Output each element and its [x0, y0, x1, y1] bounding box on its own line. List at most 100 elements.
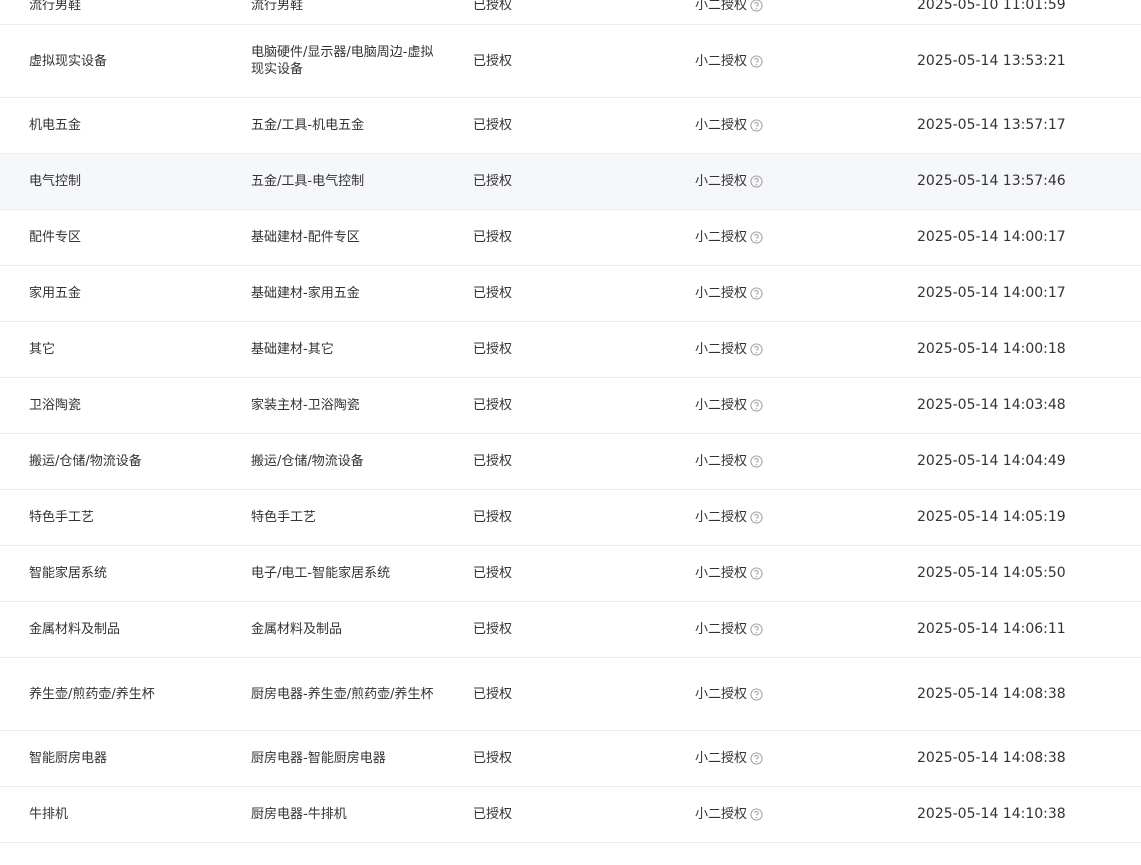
authorization-table: 流行男鞋 流行男鞋 已授权 小二授权 2025-05-10 11:01:59 虚…	[0, 0, 1141, 843]
table-row: 流行男鞋 流行男鞋 已授权 小二授权 2025-05-10 11:01:59	[0, 0, 1141, 25]
status-cell: 已授权	[473, 118, 513, 133]
table-row: 配件专区 基础建材-配件专区 已授权 小二授权 2025-05-14 14:00…	[0, 210, 1141, 266]
status-cell: 已授权	[473, 53, 513, 69]
category-path-cell: 厨房电器-牛排机	[251, 807, 347, 822]
auth-type-cell: 小二授权	[695, 342, 748, 357]
status-cell: 已授权	[473, 807, 513, 822]
category-cell: 流行男鞋	[29, 0, 82, 13]
table-row: 虚拟现实设备 电脑硬件/显示器/电脑周边-虚拟现实设备 已授权 小二授权 202…	[0, 25, 1141, 98]
status-cell: 已授权	[473, 622, 513, 637]
question-circle-icon[interactable]	[750, 287, 763, 300]
auth-time-cell: 2025-05-14 14:08:38	[917, 685, 1066, 702]
question-circle-icon[interactable]	[750, 175, 763, 188]
category-cell: 其它	[29, 342, 56, 357]
category-cell: 智能厨房电器	[29, 751, 108, 766]
table-row: 电气控制 五金/工具-电气控制 已授权 小二授权 2025-05-14 13:5…	[0, 154, 1141, 210]
category-path-cell: 基础建材-配件专区	[251, 230, 360, 245]
auth-type-cell: 小二授权	[695, 622, 748, 637]
auth-type-cell: 小二授权	[695, 53, 748, 69]
status-cell: 已授权	[473, 510, 513, 525]
category-path-cell: 基础建材-其它	[251, 342, 334, 357]
auth-type-cell: 小二授权	[695, 286, 748, 301]
category-path-cell: 厨房电器-养生壶/煎药壶/养生杯	[251, 686, 434, 702]
table-row: 机电五金 五金/工具-机电五金 已授权 小二授权 2025-05-14 13:5…	[0, 98, 1141, 154]
question-circle-icon[interactable]	[750, 567, 763, 580]
auth-type-cell: 小二授权	[695, 751, 748, 766]
auth-time-cell: 2025-05-14 14:03:48	[917, 397, 1066, 413]
auth-type-cell: 小二授权	[695, 566, 748, 581]
table-row: 牛排机 厨房电器-牛排机 已授权 小二授权 2025-05-14 14:10:3…	[0, 787, 1141, 843]
table-row: 智能家居系统 电子/电工-智能家居系统 已授权 小二授权 2025-05-14 …	[0, 546, 1141, 602]
question-circle-icon[interactable]	[750, 399, 763, 412]
table-row: 其它 基础建材-其它 已授权 小二授权 2025-05-14 14:00:18	[0, 322, 1141, 378]
auth-time-cell: 2025-05-14 14:00:17	[917, 229, 1066, 245]
category-cell: 电气控制	[29, 174, 82, 189]
auth-time-cell: 2025-05-14 13:53:21	[917, 52, 1066, 69]
category-cell: 卫浴陶瓷	[29, 398, 82, 413]
category-path-cell: 搬运/仓储/物流设备	[251, 454, 364, 469]
question-circle-icon[interactable]	[750, 455, 763, 468]
question-circle-icon[interactable]	[750, 119, 763, 132]
auth-time-cell: 2025-05-14 14:00:18	[917, 341, 1066, 357]
auth-time-cell: 2025-05-10 11:01:59	[917, 0, 1066, 13]
question-circle-icon[interactable]	[750, 511, 763, 524]
table-row: 养生壶/煎药壶/养生杯 厨房电器-养生壶/煎药壶/养生杯 已授权 小二授权 20…	[0, 658, 1141, 731]
table-row: 特色手工艺 特色手工艺 已授权 小二授权 2025-05-14 14:05:19	[0, 490, 1141, 546]
category-cell: 家用五金	[29, 286, 82, 301]
status-cell: 已授权	[473, 398, 513, 413]
auth-type-cell: 小二授权	[695, 454, 748, 469]
status-cell: 已授权	[473, 0, 513, 13]
table-row: 金属材料及制品 金属材料及制品 已授权 小二授权 2025-05-14 14:0…	[0, 602, 1141, 658]
auth-type-cell: 小二授权	[695, 398, 748, 413]
auth-time-cell: 2025-05-14 14:00:17	[917, 285, 1066, 301]
status-cell: 已授权	[473, 751, 513, 766]
question-circle-icon[interactable]	[750, 808, 763, 821]
table-row: 卫浴陶瓷 家装主材-卫浴陶瓷 已授权 小二授权 2025-05-14 14:03…	[0, 378, 1141, 434]
category-cell: 智能家居系统	[29, 566, 108, 581]
auth-type-cell: 小二授权	[695, 0, 748, 13]
auth-time-cell: 2025-05-14 14:08:38	[917, 750, 1066, 766]
auth-time-cell: 2025-05-14 13:57:46	[917, 173, 1066, 189]
category-cell: 特色手工艺	[29, 510, 95, 525]
category-cell: 机电五金	[29, 118, 82, 133]
auth-time-cell: 2025-05-14 14:05:19	[917, 509, 1066, 525]
question-circle-icon[interactable]	[750, 623, 763, 636]
category-path-cell: 金属材料及制品	[251, 622, 343, 637]
auth-time-cell: 2025-05-14 14:04:49	[917, 453, 1066, 469]
auth-type-cell: 小二授权	[695, 174, 748, 189]
category-path-cell: 五金/工具-电气控制	[251, 174, 365, 189]
category-cell: 金属材料及制品	[29, 622, 121, 637]
status-cell: 已授权	[473, 174, 513, 189]
category-cell: 配件专区	[29, 230, 82, 245]
category-cell: 养生壶/煎药壶/养生杯	[29, 686, 155, 702]
status-cell: 已授权	[473, 566, 513, 581]
category-path-cell: 厨房电器-智能厨房电器	[251, 751, 386, 766]
question-circle-icon[interactable]	[750, 752, 763, 765]
category-path-cell: 电子/电工-智能家居系统	[251, 566, 391, 581]
question-circle-icon[interactable]	[750, 54, 763, 68]
auth-type-cell: 小二授权	[695, 807, 748, 822]
status-cell: 已授权	[473, 230, 513, 245]
category-path-cell: 特色手工艺	[251, 510, 317, 525]
question-circle-icon[interactable]	[750, 343, 763, 356]
question-circle-icon[interactable]	[750, 0, 763, 12]
category-path-cell: 五金/工具-机电五金	[251, 118, 365, 133]
question-circle-icon[interactable]	[750, 687, 763, 701]
question-circle-icon[interactable]	[750, 231, 763, 244]
category-cell: 牛排机	[29, 807, 69, 822]
category-cell: 虚拟现实设备	[29, 53, 108, 69]
category-path-cell: 基础建材-家用五金	[251, 286, 360, 301]
status-cell: 已授权	[473, 686, 513, 702]
category-path-cell: 家装主材-卫浴陶瓷	[251, 398, 360, 413]
category-cell: 搬运/仓储/物流设备	[29, 454, 142, 469]
auth-type-cell: 小二授权	[695, 230, 748, 245]
auth-time-cell: 2025-05-14 13:57:17	[917, 117, 1066, 133]
auth-type-cell: 小二授权	[695, 686, 748, 702]
auth-time-cell: 2025-05-14 14:05:50	[917, 565, 1066, 581]
category-path-cell: 电脑硬件/显示器/电脑周边-虚拟现实设备	[251, 45, 434, 77]
category-path-cell: 流行男鞋	[251, 0, 304, 13]
auth-time-cell: 2025-05-14 14:06:11	[917, 621, 1066, 637]
status-cell: 已授权	[473, 454, 513, 469]
auth-type-cell: 小二授权	[695, 118, 748, 133]
auth-type-cell: 小二授权	[695, 510, 748, 525]
